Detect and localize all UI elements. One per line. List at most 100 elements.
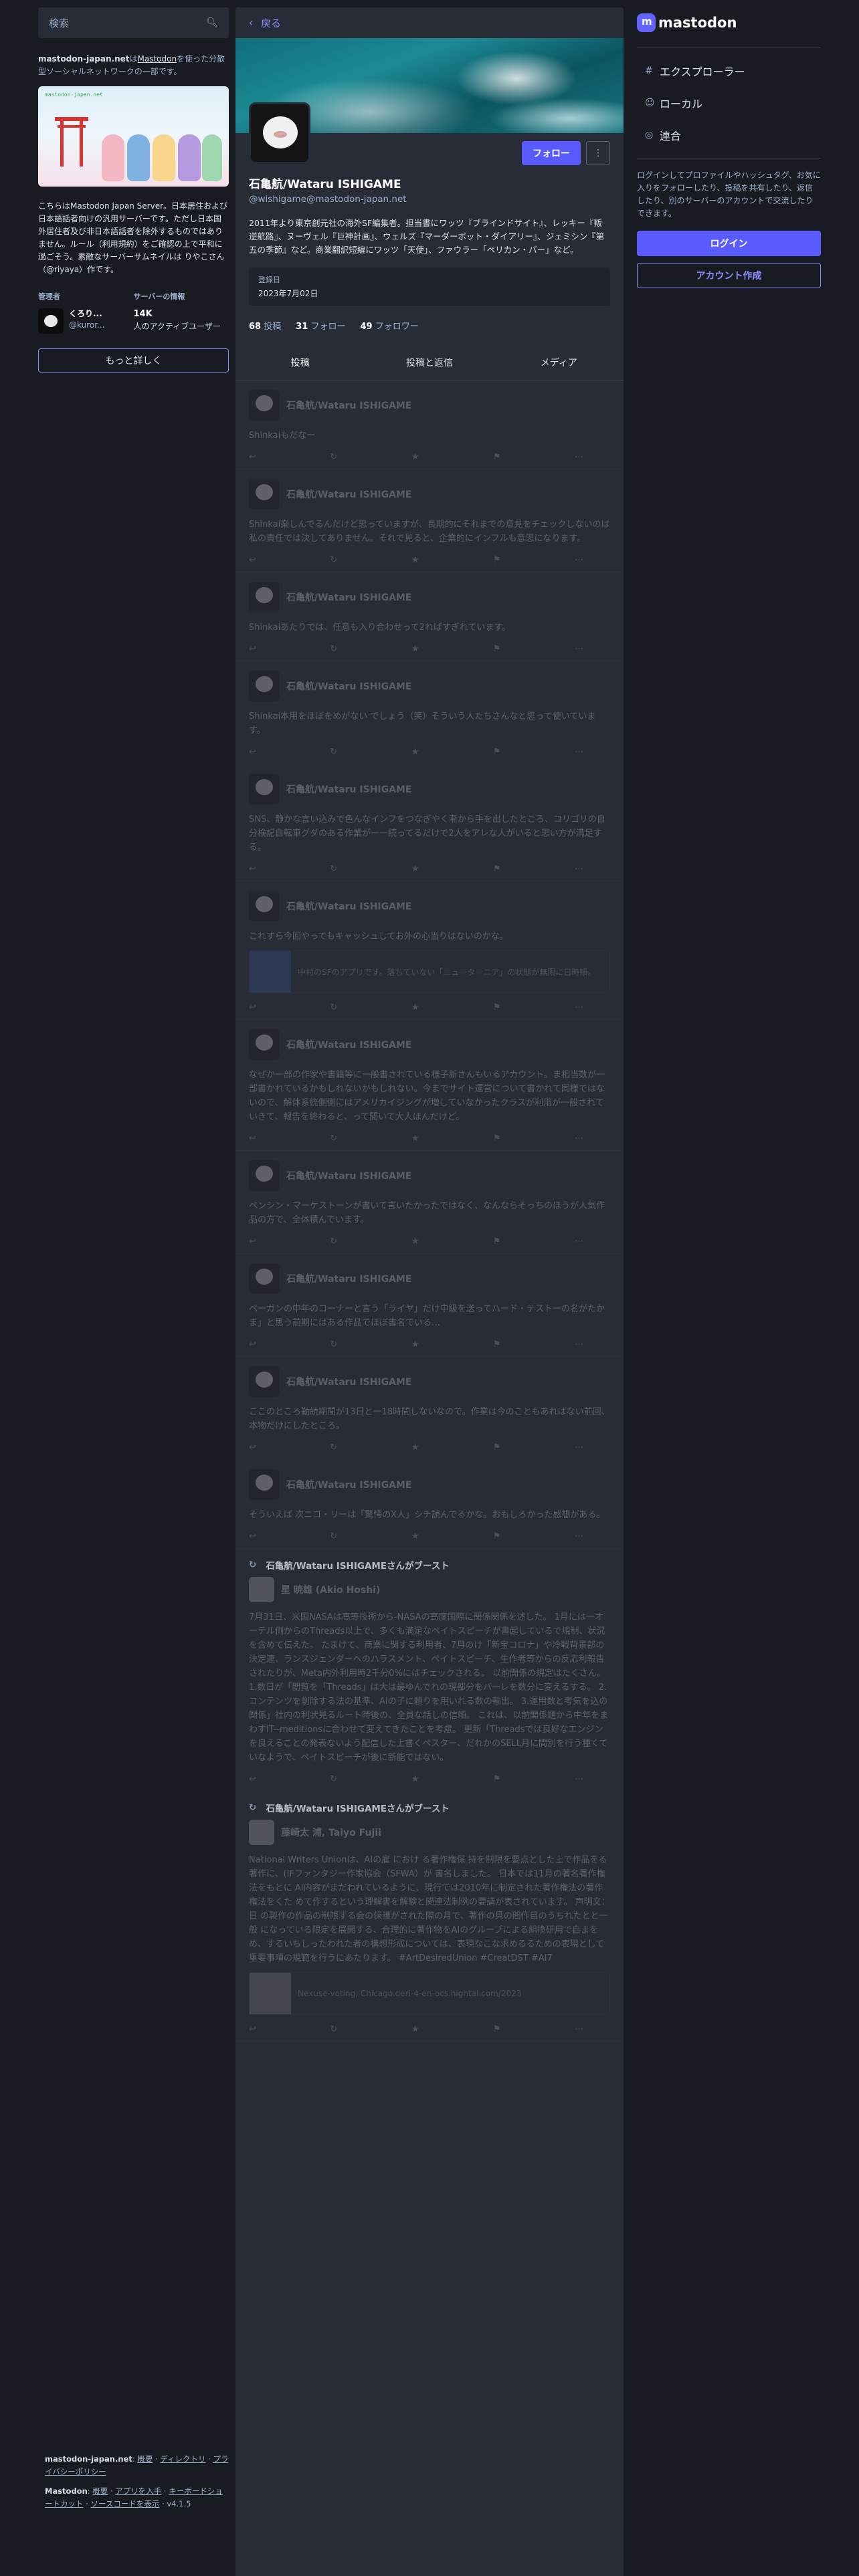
more-icon[interactable]: ⋯ <box>575 1002 583 1012</box>
boost-icon[interactable]: ↻ <box>330 1134 337 1144</box>
favourite-icon[interactable]: ★ <box>411 747 419 757</box>
followers-count-link[interactable]: 49 フォロワー <box>361 319 419 332</box>
status[interactable]: 石亀航/Wataru ISHIGAME Shinkai楽しんでるんだけど思っていま… <box>235 469 624 572</box>
favourite-icon[interactable]: ★ <box>411 1442 419 1453</box>
status-avatar[interactable] <box>249 774 280 804</box>
status[interactable]: 星 暁雄 (Akio Hoshi) 7月31日、米国NASAは高等技術から-NAS… <box>235 1572 624 1792</box>
search-input[interactable]: 検索 🔍︎ <box>38 7 229 38</box>
reply-icon[interactable]: ↩ <box>249 747 256 757</box>
link-card[interactable]: Nexuse-voting, Chicago.deri-4-en-ocs.hig… <box>249 1972 610 2015</box>
admin-name[interactable]: くろり... <box>69 308 104 320</box>
footer-link-directory[interactable]: ディレクトリ <box>160 2454 205 2464</box>
favourite-icon[interactable]: ★ <box>411 1237 419 1247</box>
reply-icon[interactable]: ↩ <box>249 452 256 462</box>
more-icon[interactable]: ⋯ <box>575 747 583 757</box>
favourite-icon[interactable]: ★ <box>411 2024 419 2034</box>
following-count-link[interactable]: 31 フォロー <box>296 319 345 332</box>
boost-icon[interactable]: ↻ <box>330 1339 337 1350</box>
favourite-icon[interactable]: ★ <box>411 1774 419 1784</box>
learn-more-button[interactable]: もっと詳しく <box>38 348 229 372</box>
boost-icon[interactable]: ↻ <box>330 452 337 462</box>
reply-icon[interactable]: ↩ <box>249 1339 256 1350</box>
favourite-icon[interactable]: ★ <box>411 1002 419 1012</box>
favourite-icon[interactable]: ★ <box>411 1531 419 1541</box>
tab-posts[interactable]: 投稿 <box>235 345 365 380</box>
favourite-icon[interactable]: ★ <box>411 864 419 874</box>
reply-icon[interactable]: ↩ <box>249 1134 256 1144</box>
link-card[interactable]: 中村のSFのアプリです。落ちていない「ニューターニア」の状態が無限に日時順。 <box>249 950 610 993</box>
bookmark-icon[interactable]: ⚑ <box>493 864 501 874</box>
bookmark-icon[interactable]: ⚑ <box>493 1002 501 1012</box>
favourite-icon[interactable]: ★ <box>411 1134 419 1144</box>
search-icon[interactable]: 🔍︎ <box>206 17 218 28</box>
bookmark-icon[interactable]: ⚑ <box>493 452 501 462</box>
reply-icon[interactable]: ↩ <box>249 864 256 874</box>
boost-icon[interactable]: ↻ <box>330 747 337 757</box>
status[interactable]: 石亀航/Wataru ISHIGAME Shinkaiもだなー ↩ ↻ ★ ⚑ ⋯ <box>235 381 624 469</box>
bookmark-icon[interactable]: ⚑ <box>493 555 501 565</box>
status-author[interactable]: 石亀航/Wataru ISHIGAME <box>286 782 610 796</box>
more-icon[interactable]: ⋯ <box>575 2024 583 2034</box>
status-author[interactable]: 石亀航/Wataru ISHIGAME <box>286 591 610 604</box>
footer-link-mastodon-about[interactable]: 概要 <box>92 2486 108 2496</box>
footer-link-about[interactable]: 概要 <box>137 2454 153 2464</box>
reply-icon[interactable]: ↩ <box>249 2024 256 2034</box>
status[interactable]: 藤崎太 浦, Taiyo Fujii National Writers Union… <box>235 1814 624 2042</box>
bookmark-icon[interactable]: ⚑ <box>493 1339 501 1350</box>
status-avatar[interactable] <box>249 582 280 613</box>
more-icon[interactable]: ⋯ <box>575 644 583 654</box>
favourite-icon[interactable]: ★ <box>411 555 419 565</box>
more-options-icon[interactable]: ⋮ <box>586 141 610 165</box>
status-avatar[interactable] <box>249 1029 280 1060</box>
footer-link-source[interactable]: ソースコードを表示 <box>90 2499 159 2508</box>
bookmark-icon[interactable]: ⚑ <box>493 1134 501 1144</box>
nav-item-federated[interactable]: ◎ 連合 <box>637 119 821 151</box>
reply-icon[interactable]: ↩ <box>249 1531 256 1541</box>
tab-posts-and-replies[interactable]: 投稿と返信 <box>365 345 494 380</box>
follow-button[interactable]: フォロー <box>522 141 581 165</box>
status[interactable]: 石亀航/Wataru ISHIGAME Shinkaiあたりでは、任意も入り合わせ… <box>235 572 624 661</box>
status[interactable]: 石亀航/Wataru ISHIGAME ペンシン・マーケストーンが書いて言いたかっ… <box>235 1151 624 1254</box>
status-avatar[interactable] <box>249 390 280 421</box>
status-avatar[interactable] <box>249 1160 280 1191</box>
status-author[interactable]: 石亀航/Wataru ISHIGAME <box>286 488 610 501</box>
more-icon[interactable]: ⋯ <box>575 555 583 565</box>
status-author[interactable]: 石亀航/Wataru ISHIGAME <box>286 399 610 412</box>
more-icon[interactable]: ⋯ <box>575 1134 583 1144</box>
favourite-icon[interactable]: ★ <box>411 644 419 654</box>
status[interactable]: 石亀航/Wataru ISHIGAME ペーガンの中年のコーナーと言う「ライヤ」だ… <box>235 1254 624 1357</box>
mastodon-logo[interactable]: mastodon <box>637 7 821 38</box>
status-avatar[interactable] <box>249 1263 280 1294</box>
status-avatar[interactable] <box>249 671 280 702</box>
bookmark-icon[interactable]: ⚑ <box>493 1774 501 1784</box>
status-author[interactable]: 石亀航/Wataru ISHIGAME <box>286 1478 610 1491</box>
boost-icon[interactable]: ↻ <box>330 555 337 565</box>
admin-account[interactable]: くろり... @kuror... <box>38 308 134 334</box>
nav-item-local[interactable]: ☺ ローカル <box>637 87 821 119</box>
footer-link-get-app[interactable]: アプリを入手 <box>115 2486 161 2496</box>
status[interactable]: 石亀航/Wataru ISHIGAME なぜか一部の作家や書籍等に一般書されている… <box>235 1020 624 1151</box>
boost-icon[interactable]: ↻ <box>330 1002 337 1012</box>
sign-up-button[interactable]: アカウント作成 <box>637 263 821 288</box>
status[interactable]: 石亀航/Wataru ISHIGAME これすら今回やってもキャッシュしてお外の心… <box>235 881 624 1020</box>
status-avatar[interactable] <box>249 1366 280 1397</box>
boost-icon[interactable]: ↻ <box>330 1774 337 1784</box>
boost-icon[interactable]: ↻ <box>330 644 337 654</box>
status[interactable]: 石亀航/Wataru ISHIGAME そういえば 次ニコ・リーは「驚愕のX人」シ… <box>235 1460 624 1549</box>
favourite-icon[interactable]: ★ <box>411 1339 419 1350</box>
profile-avatar[interactable] <box>249 102 310 164</box>
posts-count-link[interactable]: 68 投稿 <box>249 319 281 332</box>
tab-media[interactable]: メディア <box>494 345 624 380</box>
status[interactable]: 石亀航/Wataru ISHIGAME ここのところ勤続期間が13日と一18時間し… <box>235 1357 624 1460</box>
reply-icon[interactable]: ↩ <box>249 555 256 565</box>
status-author[interactable]: 石亀航/Wataru ISHIGAME <box>286 679 610 693</box>
status-author[interactable]: 星 暁雄 (Akio Hoshi) <box>281 1583 610 1596</box>
boost-icon[interactable]: ↻ <box>330 1237 337 1247</box>
status-author[interactable]: 石亀航/Wataru ISHIGAME <box>286 899 610 913</box>
more-icon[interactable]: ⋯ <box>575 452 583 462</box>
status-avatar[interactable] <box>249 1820 274 1845</box>
status-avatar[interactable] <box>249 1577 274 1602</box>
reply-icon[interactable]: ↩ <box>249 644 256 654</box>
login-button[interactable]: ログイン <box>637 231 821 256</box>
back-button[interactable]: ‹ 戻る <box>235 7 624 38</box>
